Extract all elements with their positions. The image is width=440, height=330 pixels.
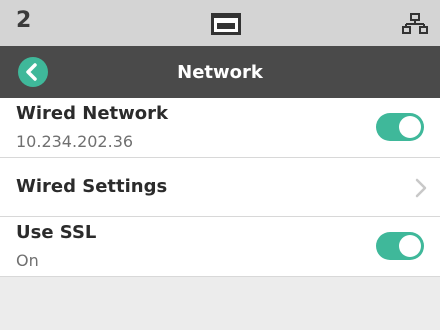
use-ssl-toggle[interactable] (376, 232, 424, 260)
wired-network-ip: 10.234.202.36 (16, 132, 134, 151)
chevron-right-icon (415, 178, 427, 198)
settings-list: Wired Network 10.234.202.36 Wired Settin… (0, 98, 440, 277)
wired-network-label: Wired Network (16, 103, 168, 124)
network-icon (402, 13, 428, 34)
toggle-knob (399, 235, 421, 257)
use-ssl-label: Use SSL (16, 222, 97, 243)
title-bar: Network (0, 46, 440, 98)
status-bar: 2 (0, 0, 440, 46)
toggle-knob (399, 116, 421, 138)
use-ssl-status: On (16, 251, 39, 270)
wired-settings-row[interactable]: Wired Settings (0, 158, 440, 217)
status-number: 2 (16, 8, 32, 33)
wired-settings-label: Wired Settings (16, 176, 168, 197)
use-ssl-row[interactable]: Use SSL On (0, 217, 440, 277)
wired-network-toggle[interactable] (376, 113, 424, 141)
page-title: Network (177, 62, 263, 83)
wired-network-row[interactable]: Wired Network 10.234.202.36 (0, 98, 440, 158)
paper-tray-icon (211, 13, 241, 35)
